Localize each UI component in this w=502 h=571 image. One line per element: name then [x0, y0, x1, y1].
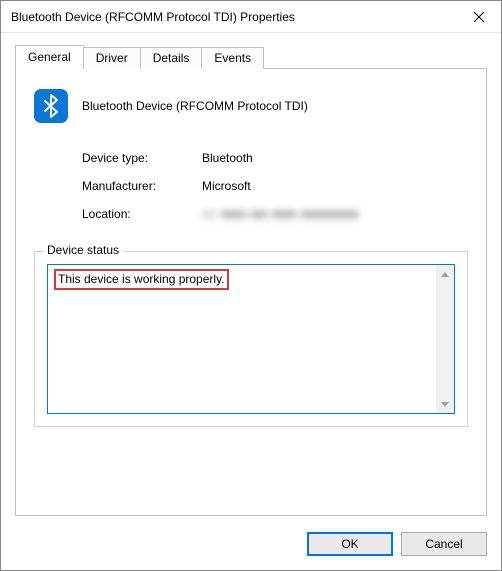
scroll-down-icon[interactable]: [436, 395, 454, 413]
tab-details[interactable]: Details: [140, 47, 203, 69]
tab-general[interactable]: General: [15, 45, 84, 69]
location-label: Location:: [82, 207, 202, 221]
tab-panel-general: Bluetooth Device (RFCOMM Protocol TDI) D…: [15, 68, 487, 516]
ok-button[interactable]: OK: [307, 532, 393, 556]
dialog-body: General Driver Details Events Bluetooth …: [1, 33, 501, 520]
dialog-footer: OK Cancel: [1, 520, 501, 570]
close-icon: [474, 12, 484, 22]
device-properties: Device type: Bluetooth Manufacturer: Mic…: [82, 149, 468, 223]
device-status-box: This device is working properly.: [47, 264, 455, 414]
location-value: on ■■■-■■ ■■■ ■■■■■■■: [202, 207, 359, 221]
scrollbar[interactable]: [436, 265, 454, 413]
prop-row-location: Location: on ■■■-■■ ■■■ ■■■■■■■: [82, 205, 468, 223]
scroll-up-icon[interactable]: [436, 265, 454, 283]
prop-row-device-type: Device type: Bluetooth: [82, 149, 468, 167]
tab-driver[interactable]: Driver: [83, 47, 141, 69]
properties-dialog: Bluetooth Device (RFCOMM Protocol TDI) P…: [0, 0, 502, 571]
tabstrip: General Driver Details Events: [15, 45, 487, 69]
device-type-value: Bluetooth: [202, 151, 253, 165]
close-button[interactable]: [457, 1, 501, 33]
titlebar: Bluetooth Device (RFCOMM Protocol TDI) P…: [1, 1, 501, 33]
bluetooth-icon: [34, 89, 68, 123]
device-status-legend: Device status: [43, 243, 123, 257]
window-title: Bluetooth Device (RFCOMM Protocol TDI) P…: [11, 10, 457, 24]
device-status-textarea[interactable]: This device is working properly.: [48, 265, 436, 413]
device-type-label: Device type:: [82, 151, 202, 165]
prop-row-manufacturer: Manufacturer: Microsoft: [82, 177, 468, 195]
device-status-text: This device is working properly.: [54, 269, 229, 290]
cancel-button[interactable]: Cancel: [401, 532, 487, 556]
device-header: Bluetooth Device (RFCOMM Protocol TDI): [34, 89, 468, 123]
tab-events[interactable]: Events: [201, 47, 264, 69]
manufacturer-value: Microsoft: [202, 179, 251, 193]
device-name: Bluetooth Device (RFCOMM Protocol TDI): [82, 99, 308, 113]
manufacturer-label: Manufacturer:: [82, 179, 202, 193]
device-status-group: Device status This device is working pro…: [34, 251, 468, 427]
